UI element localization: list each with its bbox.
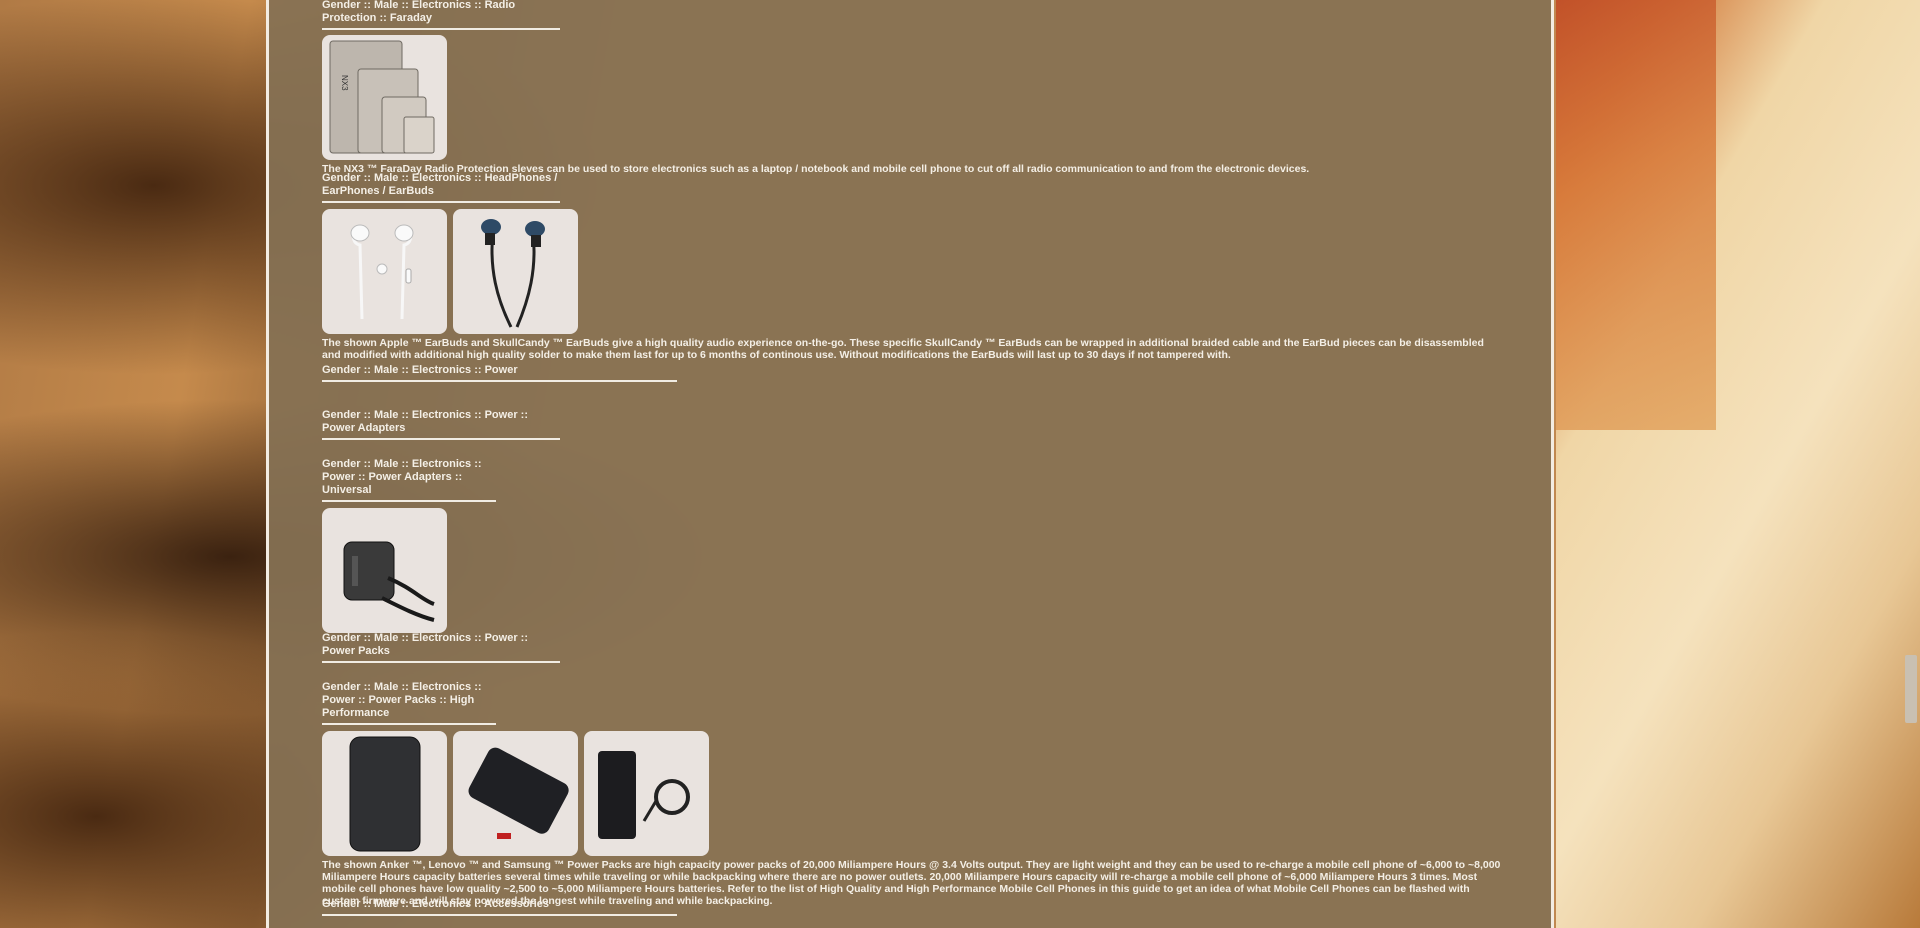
section-heading: Gender :: Male :: Electronics :: Power :…: [322, 681, 496, 725]
section-power: Gender :: Male :: Electronics :: Power: [322, 360, 1502, 382]
anker-power-pack-image[interactable]: [322, 731, 447, 856]
background-scroll-image: [1556, 0, 1920, 928]
skullcandy-earbuds-image[interactable]: [453, 209, 578, 334]
faraday-bags-image[interactable]: NX3: [322, 35, 447, 160]
section-high-performance-packs: Gender :: Male :: Electronics :: Power :…: [322, 681, 1502, 907]
scrollbar-thumb[interactable]: [1905, 655, 1917, 723]
section-heading: Gender :: Male :: Electronics :: Power :…: [322, 632, 560, 663]
apple-earbuds-image[interactable]: [322, 209, 447, 334]
section-heading: Gender :: Male :: Electronics :: Radio P…: [322, 0, 560, 30]
section-faraday: Gender :: Male :: Electronics :: Radio P…: [322, 0, 1502, 175]
page-scrollbar[interactable]: [1904, 0, 1920, 928]
section-description: The shown Apple ™ EarBuds and SkullCandy…: [322, 337, 1484, 361]
samsung-power-pack-image[interactable]: [584, 731, 709, 856]
svg-text:NX3: NX3: [340, 75, 349, 91]
section-heading: Gender :: Male :: Electronics :: HeadPho…: [322, 172, 560, 203]
section-heading: Gender :: Male :: Electronics :: Accesso…: [322, 898, 677, 916]
section-heading: Gender :: Male :: Electronics :: Power :…: [322, 458, 496, 502]
section-accessories: Gender :: Male :: Electronics :: Accesso…: [322, 894, 1502, 916]
section-universal-adapters: Gender :: Male :: Electronics :: Power :…: [322, 458, 1502, 633]
section-heading: Gender :: Male :: Electronics :: Power: [322, 364, 677, 382]
lenovo-power-pack-image[interactable]: [453, 731, 578, 856]
universal-power-adapter-image[interactable]: [322, 508, 447, 633]
section-heading: Gender :: Male :: Electronics :: Power :…: [322, 409, 560, 440]
section-earbuds: Gender :: Male :: Electronics :: HeadPho…: [322, 172, 1502, 361]
section-power-adapters: Gender :: Male :: Electronics :: Power :…: [322, 409, 1502, 440]
section-power-packs: Gender :: Male :: Electronics :: Power :…: [322, 632, 1502, 663]
